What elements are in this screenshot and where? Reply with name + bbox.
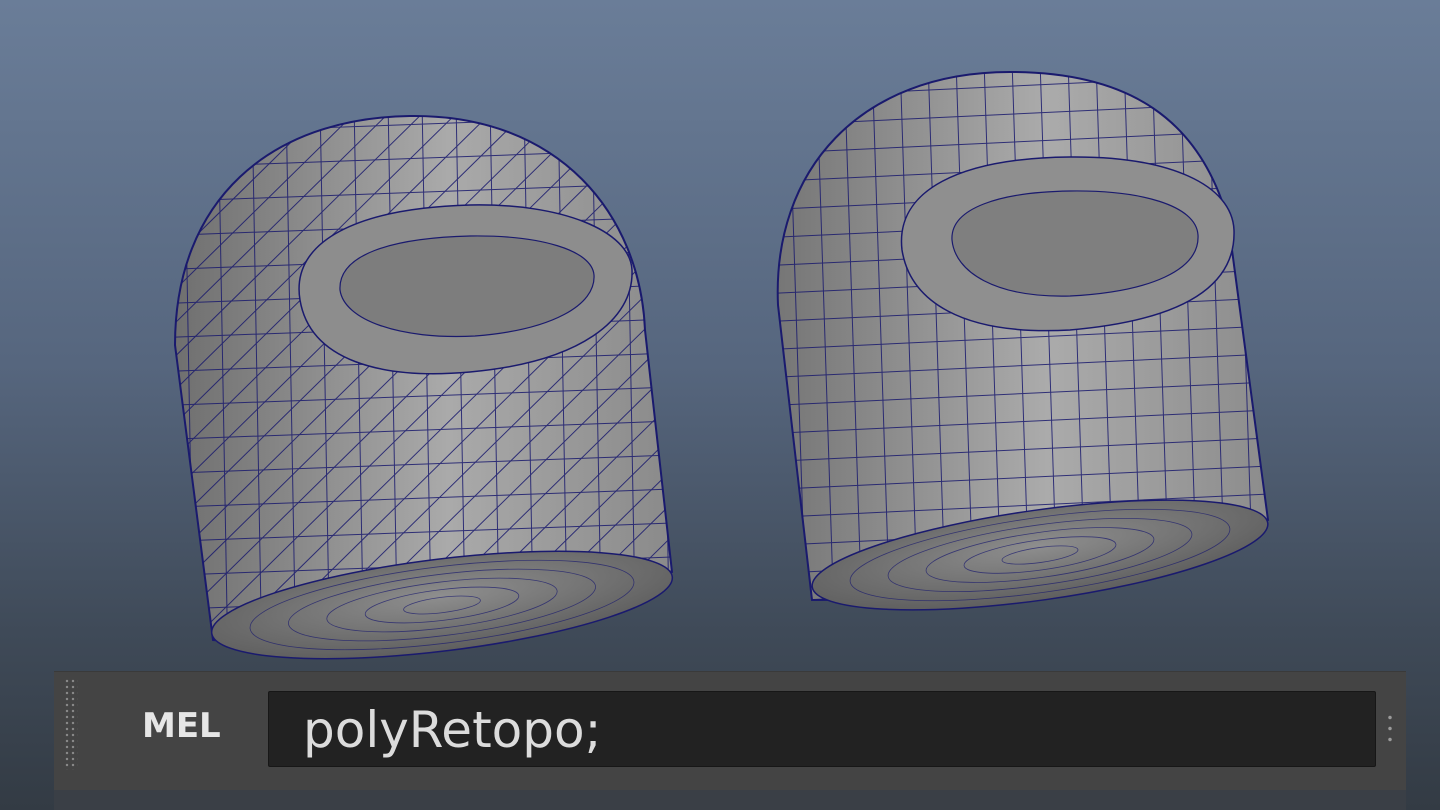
drag-handle[interactable] (64, 678, 78, 770)
viewport-canvas (173, 45, 1290, 660)
command-line-bar: MEL polyRetopo; (54, 671, 1406, 790)
retopologized-mesh[interactable] (760, 45, 1290, 632)
script-language-label[interactable]: MEL (142, 706, 221, 746)
more-options-icon[interactable] (1388, 712, 1392, 744)
panel-bottom-edge (54, 790, 1406, 810)
command-input[interactable]: polyRetopo; (268, 691, 1376, 767)
